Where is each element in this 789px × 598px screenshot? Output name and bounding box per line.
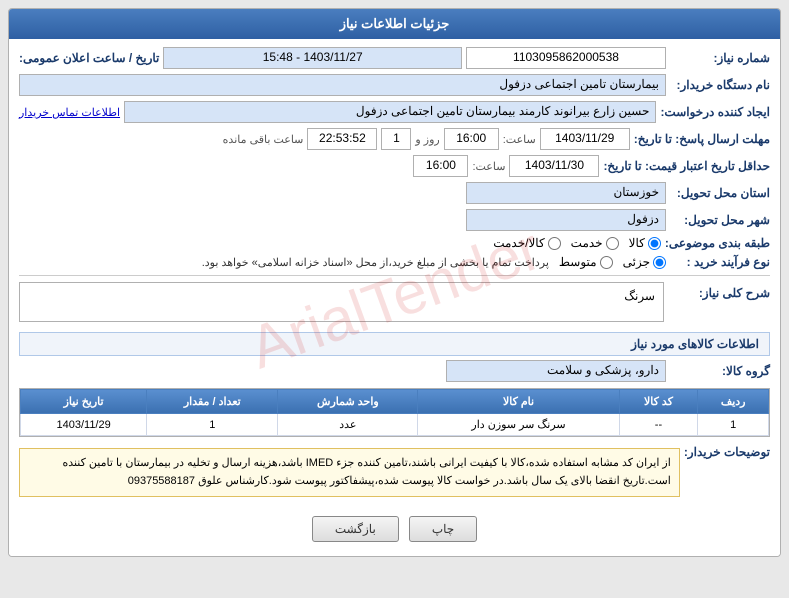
- table-head: ردیف کد کالا نام کالا واحد شمارش تعداد /…: [21, 390, 769, 414]
- rooz-val: 1: [381, 128, 411, 150]
- row-shahr: شهر محل تحویل: دزفول: [19, 209, 770, 231]
- panel-title: جزئیات اطلاعات نیاز: [340, 16, 450, 31]
- row-mohlat: مهلت ارسال پاسخ: تا تاریخ: 1403/11/29 سا…: [19, 128, 770, 150]
- mohlat-label: مهلت ارسال پاسخ: تا تاریخ:: [634, 132, 770, 146]
- serng-text: سرنگ: [624, 289, 655, 303]
- tabaghe-label: طبقه بندی موضوعی:: [665, 236, 770, 250]
- buyer-desc-text: از ایران کد مشابه استفاده شده،کالا با کی…: [19, 448, 680, 497]
- nam-dastgah-value: بیمارستان تامین اجتماعی دزفول: [19, 74, 666, 96]
- table-row: 1--سرنگ سر سوزن دارعدد11403/11/29: [21, 414, 769, 436]
- table-cell: --: [619, 414, 698, 436]
- noe-label: نوع فرآیند خرید :: [670, 255, 770, 269]
- tabaghe-kala-radio[interactable]: [648, 237, 661, 250]
- row-tabaghe: طبقه بندی موضوعی: کالا خدمت کالا/خدمت: [19, 236, 770, 250]
- buyer-desc-row: توضیحات خریدار: از ایران کد مشابه استفاد…: [19, 443, 770, 502]
- noe-jozi: جزئی: [623, 255, 666, 269]
- table-cell: 1: [147, 414, 278, 436]
- ostan-label: استان محل تحویل:: [670, 186, 770, 200]
- table-cell: 1403/11/29: [21, 414, 147, 436]
- serng-box: سرنگ: [19, 282, 664, 322]
- row-ijad: ایجاد کننده درخواست: حسین زارع بیرانوند …: [19, 101, 770, 123]
- col-tedad: تعداد / مقدار: [147, 390, 278, 414]
- mohlat-date: 1403/11/29: [540, 128, 630, 150]
- tabaghe-khedmat: خدمت: [571, 236, 619, 250]
- button-row: چاپ بازگشت: [19, 510, 770, 548]
- row-shomara: شماره نیاز: 1103095862000538 1403/11/27 …: [19, 47, 770, 69]
- grohe-value: دارو، پزشکی و سلامت: [446, 360, 666, 382]
- btn-return[interactable]: بازگشت: [312, 516, 399, 542]
- shomara-value: 1103095862000538: [466, 47, 666, 69]
- sharh-label: شرح کلی نیاز:: [670, 282, 770, 300]
- mohlat-saaat: 16:00: [444, 128, 499, 150]
- baqi-val: 22:53:52: [307, 128, 377, 150]
- table-body: 1--سرنگ سر سوزن دارعدد11403/11/29: [21, 414, 769, 436]
- tabaghe-both-radio[interactable]: [548, 237, 561, 250]
- table-cell: عدد: [278, 414, 418, 436]
- hadaghol-saaat: 16:00: [413, 155, 468, 177]
- rooz-label: روز و: [415, 133, 439, 146]
- noe-note: پرداخت تمام یا بخشی از مبلغ خرید،از محل …: [19, 256, 549, 269]
- table-cell: سرنگ سر سوزن دار: [418, 414, 619, 436]
- kala-table: ردیف کد کالا نام کالا واحد شمارش تعداد /…: [19, 388, 770, 437]
- noe-jozi-radio[interactable]: [653, 256, 666, 269]
- baqi-label: ساعت باقی مانده: [223, 133, 304, 146]
- tabaghe-kala-khedmat: کالا/خدمت: [493, 236, 560, 250]
- tarikh-field-label: تاریخ / ساعت اعلان عمومی:: [19, 51, 159, 65]
- col-tarikh: تاریخ نیاز: [21, 390, 147, 414]
- nam-dastgah-label: نام دستگاه خریدار:: [670, 78, 770, 92]
- etelaat-kala-title: اطلاعات کالاهای مورد نیاز: [19, 332, 770, 356]
- noe-motovaset: متوسط: [559, 255, 613, 269]
- sharh-row: شرح کلی نیاز: سرنگ: [19, 282, 770, 326]
- noe-options: جزئی متوسط پرداخت تمام یا بخشی از مبلغ خ…: [19, 255, 666, 269]
- btn-print[interactable]: چاپ: [409, 516, 477, 542]
- ijad-label: ایجاد کننده درخواست:: [660, 105, 770, 119]
- buyer-desc-label: توضیحات خریدار:: [684, 443, 770, 459]
- tabaghe-kala: کالا: [629, 236, 661, 250]
- row-ostan: استان محل تحویل: خوزستان: [19, 182, 770, 204]
- hadaghol-date: 1403/11/30: [509, 155, 599, 177]
- col-vahed: واحد شمارش: [278, 390, 418, 414]
- ostan-value: خوزستان: [466, 182, 666, 204]
- panel-header: جزئیات اطلاعات نیاز: [9, 9, 780, 39]
- saaat2-label: ساعت:: [472, 160, 505, 173]
- col-nam: نام کالا: [418, 390, 619, 414]
- shahr-label: شهر محل تحویل:: [670, 213, 770, 227]
- saaat-label: ساعت:: [503, 133, 536, 146]
- grohe-label: گروه کالا:: [670, 364, 770, 378]
- etelaat-tamas-link[interactable]: اطلاعات تماس خریدار: [19, 106, 120, 119]
- tabaghe-khedmat-radio[interactable]: [606, 237, 619, 250]
- table-cell: 1: [698, 414, 769, 436]
- tarikh-value: 1403/11/27 - 15:48: [163, 47, 462, 69]
- tabaghe-options: کالا خدمت کالا/خدمت: [19, 236, 661, 250]
- grohe-row: گروه کالا: دارو، پزشکی و سلامت: [19, 360, 770, 382]
- row-nam-dastgah: نام دستگاه خریدار: بیمارستان تامین اجتما…: [19, 74, 770, 96]
- col-kod: کد کالا: [619, 390, 698, 414]
- ijad-value: حسین زارع بیرانوند کارمند بیمارستان تامی…: [124, 101, 656, 123]
- row-noe-farayand: نوع فرآیند خرید : جزئی متوسط پرداخت تمام…: [19, 255, 770, 269]
- hadaghol-label: حداقل تاریخ اعتبار قیمت: تا تاریخ:: [603, 159, 770, 173]
- shahr-value: دزفول: [466, 209, 666, 231]
- row-hadaghol: حداقل تاریخ اعتبار قیمت: تا تاریخ: 1403/…: [19, 155, 770, 177]
- shomara-label: شماره نیاز:: [670, 51, 770, 65]
- noe-motovaset-radio[interactable]: [600, 256, 613, 269]
- col-radif: ردیف: [698, 390, 769, 414]
